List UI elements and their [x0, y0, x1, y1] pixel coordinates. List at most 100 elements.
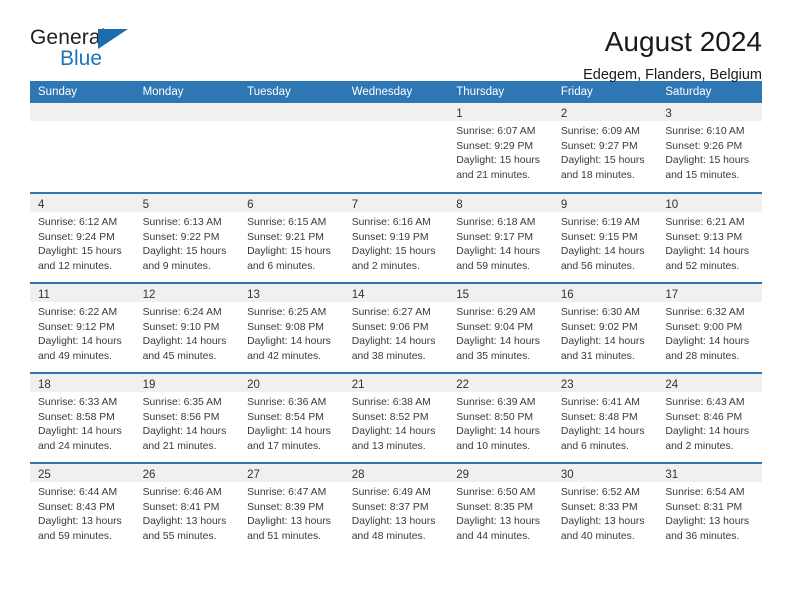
- calendar-day-cell[interactable]: 3 Sunrise: 6:10 AM Sunset: 9:26 PM Daylight…: [657, 103, 762, 193]
- sunset-time: Sunset: 9:00 PM: [665, 321, 743, 333]
- calendar-day-cell[interactable]: 27 Sunrise: 6:47 AM Sunset: 8:39 PM Dayligh…: [239, 462, 344, 553]
- calendar-day-cell[interactable]: 21 Sunrise: 6:38 AM Sunset: 8:52 PM Dayligh…: [343, 372, 449, 463]
- daylight-duration-line1: Daylight: 14 hours: [351, 426, 436, 438]
- daylight-duration-line2: and 21 minutes.: [142, 440, 217, 452]
- sunrise-time: Sunrise: 6:29 AM: [456, 307, 536, 318]
- day-cell-inner: 15 Sunrise: 6:29 AM Sunset: 9:04 PM Dayligh…: [448, 284, 553, 372]
- day-number: 1: [456, 108, 463, 120]
- general-blue-logo[interactable]: General Blue: [30, 26, 150, 78]
- calendar-day-cell[interactable]: 26 Sunrise: 6:46 AM Sunset: 8:41 PM Dayligh…: [134, 462, 240, 553]
- calendar-week-row: 18 Sunrise: 6:33 AM Sunset: 8:58 PM Dayligh…: [30, 372, 762, 463]
- day-number: 2: [560, 108, 568, 120]
- calendar-body: 1 Sunrise: 6:07 AM Sunset: 9:29 PM Daylight…: [30, 103, 762, 553]
- day-number-band: 17: [657, 284, 762, 302]
- calendar-day-cell[interactable]: 30 Sunrise: 6:52 AM Sunset: 8:33 PM Dayligh…: [552, 462, 658, 553]
- day-cell-inner: 23 Sunrise: 6:41 AM Sunset: 8:48 PM Dayligh…: [552, 374, 658, 462]
- day-number: 18: [38, 379, 51, 391]
- day-number: 9: [560, 199, 568, 211]
- calendar-day-cell[interactable]: 24 Sunrise: 6:43 AM Sunset: 8:46 PM Dayligh…: [657, 372, 762, 463]
- calendar-day-cell[interactable]: 12 Sunrise: 6:24 AM Sunset: 9:10 PM Dayligh…: [134, 282, 240, 373]
- calendar-day-cell[interactable]: 1 Sunrise: 6:07 AM Sunset: 9:29 PM Daylight…: [448, 103, 553, 193]
- day-number-band: 14: [343, 284, 449, 302]
- sunset-time: Sunset: 9:13 PM: [665, 231, 743, 243]
- day-number-band: 26: [134, 464, 240, 482]
- calendar-day-cell[interactable]: 6 Sunrise: 6:15 AM Sunset: 9:21 PM Daylight…: [239, 192, 344, 283]
- day-number-band: 12: [134, 284, 240, 302]
- calendar-day-cell[interactable]: 31 Sunrise: 6:54 AM Sunset: 8:31 PM Dayligh…: [657, 462, 762, 553]
- calendar-day-cell[interactable]: 28 Sunrise: 6:49 AM Sunset: 8:37 PM Dayligh…: [343, 462, 449, 553]
- day-sun-info: Sunrise: 6:24 AM Sunset: 9:10 PM Daylight:…: [135, 302, 240, 364]
- logo-text-blue: Blue: [60, 47, 103, 70]
- daylight-duration-line2: and 36 minutes.: [665, 530, 740, 542]
- daylight-duration-line2: and 17 minutes.: [247, 440, 322, 452]
- day-number-band: 19: [134, 374, 240, 392]
- page-header: General Blue August 2024 Edegem, Flander…: [30, 0, 762, 83]
- day-number: 25: [38, 469, 51, 481]
- daylight-duration-line2: and 51 minutes.: [247, 530, 322, 542]
- calendar-day-cell[interactable]: 25 Sunrise: 6:44 AM Sunset: 8:43 PM Dayligh…: [30, 462, 135, 553]
- sunset-time: Sunset: 9:22 PM: [142, 231, 220, 243]
- weekday-header-tuesday: Tuesday: [239, 81, 344, 103]
- calendar-week-row: 1 Sunrise: 6:07 AM Sunset: 9:29 PM Daylight…: [30, 103, 762, 193]
- sunset-time: Sunset: 9:24 PM: [38, 231, 115, 243]
- day-number: 16: [560, 289, 574, 301]
- day-number-band: 8: [448, 194, 553, 212]
- calendar-day-cell[interactable]: 16 Sunrise: 6:30 AM Sunset: 9:02 PM Dayligh…: [552, 282, 658, 373]
- calendar-day-cell[interactable]: 11 Sunrise: 6:22 AM Sunset: 9:12 PM Dayligh…: [30, 282, 135, 373]
- calendar-day-cell[interactable]: 14 Sunrise: 6:27 AM Sunset: 9:06 PM Dayligh…: [343, 282, 449, 373]
- day-cell-inner: 10 Sunrise: 6:21 AM Sunset: 9:13 PM Dayligh…: [657, 194, 762, 282]
- day-number-band: 11: [30, 284, 135, 302]
- daylight-duration-line2: and 2 minutes.: [665, 440, 734, 452]
- calendar-day-cell[interactable]: 8 Sunrise: 6:18 AM Sunset: 9:17 PM Daylight…: [448, 192, 553, 283]
- calendar-day-cell[interactable]: 10 Sunrise: 6:21 AM Sunset: 9:13 PM Dayligh…: [657, 192, 762, 283]
- calendar-day-cell[interactable]: 2 Sunrise: 6:09 AM Sunset: 9:27 PM Daylight…: [552, 103, 658, 193]
- daylight-duration-line2: and 56 minutes.: [560, 260, 635, 272]
- daylight-duration-line1: Daylight: 15 hours: [456, 155, 540, 167]
- calendar-day-cell-empty: [134, 103, 240, 193]
- calendar-day-cell[interactable]: 22 Sunrise: 6:39 AM Sunset: 8:50 PM Dayligh…: [448, 372, 553, 463]
- sunset-time: Sunset: 9:26 PM: [665, 140, 743, 152]
- daylight-duration-line1: Daylight: 14 hours: [142, 426, 227, 438]
- day-sun-info: Sunrise: 6:32 AM Sunset: 9:00 PM Daylight:…: [657, 302, 762, 364]
- calendar-day-cell[interactable]: 18 Sunrise: 6:33 AM Sunset: 8:58 PM Dayligh…: [30, 372, 135, 463]
- calendar-day-cell[interactable]: 17 Sunrise: 6:32 AM Sunset: 9:00 PM Dayligh…: [657, 282, 762, 373]
- day-sun-info: Sunrise: 6:09 AM Sunset: 9:27 PM Daylight:…: [553, 121, 658, 183]
- daylight-duration-line1: Daylight: 13 hours: [142, 516, 227, 528]
- calendar-day-cell[interactable]: 13 Sunrise: 6:25 AM Sunset: 9:08 PM Dayligh…: [239, 282, 344, 373]
- day-number-band: 13: [239, 284, 344, 302]
- day-number: 23: [560, 379, 574, 391]
- day-number-band: 21: [343, 374, 449, 392]
- day-number-band: 16: [552, 284, 658, 302]
- daylight-duration-line2: and 21 minutes.: [456, 169, 531, 181]
- day-cell-inner: 27 Sunrise: 6:47 AM Sunset: 8:39 PM Dayligh…: [239, 464, 344, 552]
- day-number-band: 31: [657, 464, 762, 482]
- calendar-day-cell[interactable]: 29 Sunrise: 6:50 AM Sunset: 8:35 PM Dayligh…: [448, 462, 553, 553]
- day-cell-inner: 9 Sunrise: 6:19 AM Sunset: 9:15 PM Daylight…: [552, 194, 658, 282]
- daylight-duration-line2: and 6 minutes.: [560, 440, 629, 452]
- calendar-day-cell[interactable]: 9 Sunrise: 6:19 AM Sunset: 9:15 PM Daylight…: [552, 192, 658, 283]
- calendar-day-cell[interactable]: 5 Sunrise: 6:13 AM Sunset: 9:22 PM Daylight…: [134, 192, 240, 283]
- sunrise-time: Sunrise: 6:46 AM: [142, 487, 222, 498]
- daylight-duration-line1: Daylight: 14 hours: [247, 336, 331, 348]
- calendar-day-cell[interactable]: 23 Sunrise: 6:41 AM Sunset: 8:48 PM Dayligh…: [552, 372, 658, 463]
- calendar-day-cell[interactable]: 7 Sunrise: 6:16 AM Sunset: 9:19 PM Daylight…: [343, 192, 449, 283]
- calendar-day-cell[interactable]: 4 Sunrise: 6:12 AM Sunset: 9:24 PM Daylight…: [30, 192, 135, 283]
- day-cell-inner: 6 Sunrise: 6:15 AM Sunset: 9:21 PM Daylight…: [239, 194, 344, 282]
- day-number-band: 5: [134, 194, 240, 212]
- sunset-time: Sunset: 8:46 PM: [665, 411, 743, 423]
- calendar-day-cell[interactable]: 15 Sunrise: 6:29 AM Sunset: 9:04 PM Dayligh…: [448, 282, 553, 373]
- calendar-day-cell[interactable]: 19 Sunrise: 6:35 AM Sunset: 8:56 PM Dayligh…: [134, 372, 240, 463]
- day-number-band: 3: [657, 103, 762, 121]
- daylight-duration-line1: Daylight: 14 hours: [560, 246, 645, 258]
- daylight-duration-line2: and 42 minutes.: [247, 350, 322, 362]
- day-sun-info: Sunrise: 6:21 AM Sunset: 9:13 PM Daylight:…: [657, 212, 762, 274]
- sunrise-time: Sunrise: 6:24 AM: [142, 307, 222, 318]
- sunset-time: Sunset: 8:52 PM: [351, 411, 429, 423]
- daylight-duration-line1: Daylight: 15 hours: [247, 246, 331, 258]
- daylight-duration-line1: Daylight: 14 hours: [247, 426, 331, 438]
- daylight-duration-line2: and 52 minutes.: [665, 260, 740, 272]
- sunset-time: Sunset: 9:10 PM: [142, 321, 220, 333]
- daylight-duration-line1: Daylight: 14 hours: [456, 246, 540, 258]
- calendar-day-cell[interactable]: 20 Sunrise: 6:36 AM Sunset: 8:54 PM Dayligh…: [239, 372, 344, 463]
- sunrise-time: Sunrise: 6:33 AM: [38, 397, 118, 408]
